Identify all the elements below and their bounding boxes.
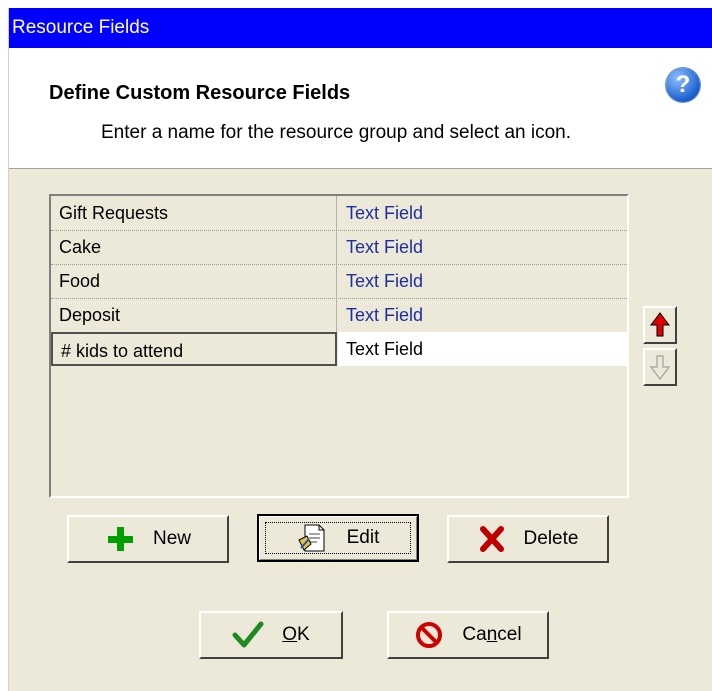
field-type-cell[interactable]: Text Field <box>338 298 627 332</box>
delete-button-label: Delete <box>523 528 579 549</box>
move-down-button[interactable] <box>643 348 677 386</box>
cancel-label-end: cel <box>497 624 522 645</box>
move-up-button[interactable] <box>643 306 677 344</box>
fields-list[interactable]: Gift Requests Text Field Cake Text Field Foo… <box>49 194 629 498</box>
no-symbol-icon <box>416 622 443 648</box>
new-button[interactable]: New <box>67 515 229 563</box>
header-subtitle: Enter a name for the resource group and … <box>101 122 571 143</box>
header-title: Define Custom Resource Fields <box>49 82 351 104</box>
field-name-cell[interactable]: # kids to attend <box>51 332 337 366</box>
ok-mnemonic: O <box>282 624 298 645</box>
field-name-cell[interactable]: Deposit <box>51 298 337 332</box>
resource-fields-dialog: Resource Fields Define Custom Resource F… <box>8 8 712 691</box>
new-button-label: New <box>152 528 191 549</box>
cancel-mnemonic: n <box>486 624 498 645</box>
plus-icon <box>107 527 133 551</box>
field-name-cell[interactable]: Cake <box>51 230 337 264</box>
field-type-cell[interactable]: Text Field <box>338 332 627 366</box>
ok-button[interactable]: OK <box>199 611 343 659</box>
field-row[interactable]: Gift Requests Text Field <box>51 196 627 231</box>
field-type-cell[interactable]: Text Field <box>338 230 627 264</box>
ok-button-label: OK <box>282 624 309 646</box>
field-name-cell[interactable]: Gift Requests <box>51 196 337 230</box>
field-row[interactable]: Deposit Text Field <box>51 298 627 333</box>
arrow-down-icon <box>649 355 671 380</box>
cancel-label-start: Ca <box>462 624 487 645</box>
delete-button[interactable]: Delete <box>447 515 609 563</box>
help-icon[interactable]: ? <box>666 68 700 102</box>
arrow-up-icon <box>650 312 670 337</box>
cancel-button[interactable]: Cancel <box>387 611 549 659</box>
field-row[interactable]: Food Text Field <box>51 264 627 299</box>
ok-label-rest: K <box>297 624 310 645</box>
field-type-cell[interactable]: Text Field <box>338 196 627 230</box>
field-name-cell[interactable]: Food <box>51 264 337 298</box>
focus-rectangle <box>265 522 411 554</box>
cancel-button-label: Cancel <box>462 624 521 646</box>
edit-button[interactable]: Edit <box>257 514 419 562</box>
dialog-header: Define Custom Resource Fields Enter a na… <box>9 48 712 169</box>
checkmark-icon <box>232 621 264 648</box>
title-bar: Resource Fields <box>9 8 712 48</box>
field-row[interactable]: # kids to attend Text Field <box>51 332 627 366</box>
field-row[interactable]: Cake Text Field <box>51 230 627 265</box>
field-type-cell[interactable]: Text Field <box>338 264 627 298</box>
x-icon <box>479 526 504 552</box>
